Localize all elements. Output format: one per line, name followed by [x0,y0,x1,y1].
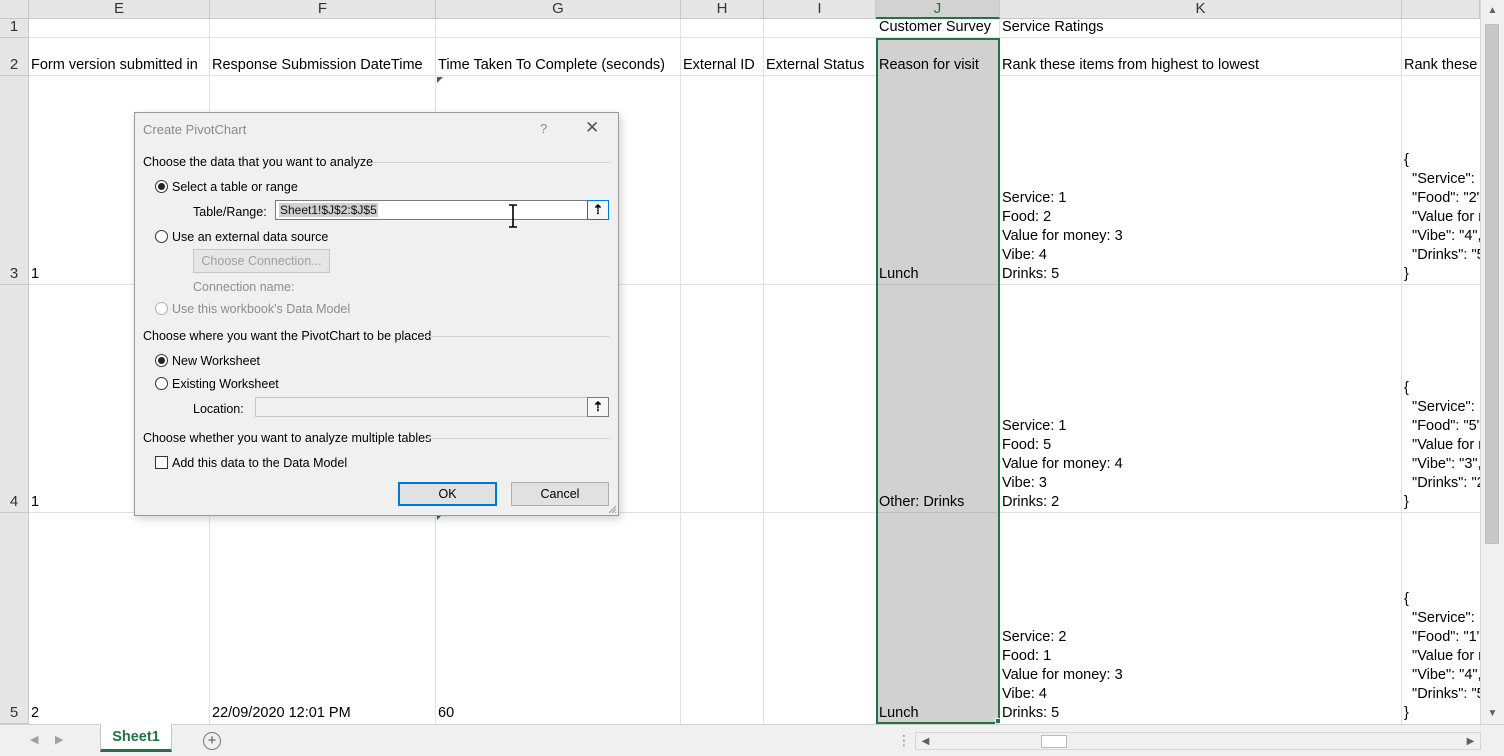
row-header-5[interactable]: 5 [0,513,29,724]
column-header-l[interactable] [1402,0,1480,19]
cell-f2[interactable]: Response Submission DateTime [212,38,435,76]
tab-sheet1[interactable]: Sheet1 [100,724,172,752]
cell-l4[interactable]: { "Service": "Food": "5" "Value for m "V… [1404,285,1480,513]
horizontal-scrollbar[interactable]: ◀ ▶ [915,732,1481,750]
radio-select-table[interactable] [155,180,168,193]
section-multiple-tables: Choose whether you want to analyze multi… [143,431,432,445]
cell-g5[interactable]: 60 [438,513,680,724]
cell-j2[interactable]: Reason for visit [879,38,997,76]
row-header-4[interactable]: 4 [0,285,29,513]
cell-e2[interactable]: Form version submitted in [31,38,209,76]
cell-e5[interactable]: 2 [31,513,209,724]
plus-circle-icon[interactable]: + [203,732,221,750]
label-add-data-model[interactable]: Add this data to the Data Model [172,456,347,470]
cell-j1[interactable]: Customer Survey [879,19,1001,38]
section-placement: Choose where you want the PivotChart to … [143,329,432,343]
cell-j5[interactable]: Lunch [879,513,997,724]
row-header-3[interactable]: 3 [0,76,29,285]
more-options-icon[interactable]: ⋮ [897,732,911,749]
resize-grip-icon[interactable] [607,504,617,514]
collapse-location-icon[interactable]: ⇡ [587,397,609,417]
close-icon[interactable]: ✕ [585,118,599,138]
label-new-worksheet[interactable]: New Worksheet [172,354,260,368]
column-header-i[interactable]: I [764,0,876,19]
sheet-tab-bar: ◀ ▶ Sheet1 + ⋮ ◀ ▶ [0,724,1504,756]
label-table-range: Table/Range: [193,205,267,219]
tab-scroll-left-icon[interactable]: ◀ [30,733,38,746]
column-header-f[interactable]: F [210,0,436,19]
cell-k1[interactable]: Service Ratings [1002,19,1400,38]
horizontal-scroll-thumb[interactable] [1041,735,1067,748]
column-header-h[interactable]: H [681,0,764,19]
column-header-e[interactable]: E [29,0,210,19]
collapse-range-icon[interactable]: ⇡ [587,200,609,220]
cell-l5[interactable]: { "Service": "Food": "1" "Value for m "V… [1404,513,1480,724]
cancel-button[interactable]: Cancel [511,482,609,506]
table-range-value: Sheet1!$J$2:$J$5 [279,203,378,217]
radio-existing-worksheet[interactable] [155,377,168,390]
label-existing-worksheet[interactable]: Existing Worksheet [172,377,279,391]
select-all-corner[interactable] [0,0,29,19]
cell-j3[interactable]: Lunch [879,76,997,285]
radio-new-worksheet[interactable] [155,354,168,367]
cell-g2[interactable]: Time Taken To Complete (seconds) [438,38,680,76]
cell-k3[interactable]: Service: 1 Food: 2 Value for money: 3 Vi… [1002,76,1400,285]
row-header-2[interactable]: 2 [0,38,29,76]
section-data-source: Choose the data that you want to analyze [143,155,374,169]
radio-external-source[interactable] [155,230,168,243]
location-input[interactable] [255,397,588,417]
create-pivotchart-dialog: Create PivotChart ? ✕ Choose the data th… [134,112,619,516]
cell-l3[interactable]: { "Service": "Food": "2" "Value for m "V… [1404,76,1480,285]
column-header-j[interactable]: J [876,0,1000,19]
scroll-left-icon[interactable]: ◀ [917,733,934,750]
checkbox-add-data-model[interactable] [155,456,168,469]
cell-f5[interactable]: 22/09/2020 12:01 PM [212,513,435,724]
error-indicator-icon [437,77,443,83]
column-header-g[interactable]: G [436,0,681,19]
row-header-1[interactable]: 1 [0,18,29,38]
cell-k5[interactable]: Service: 2 Food: 1 Value for money: 3 Vi… [1002,513,1400,724]
scroll-up-icon[interactable]: ▲ [1484,2,1501,19]
label-location: Location: [193,402,244,416]
dialog-title: Create PivotChart [143,122,247,137]
column-header-k[interactable]: K [1000,0,1402,19]
radio-data-model[interactable] [155,302,168,315]
label-external-source[interactable]: Use an external data source [172,230,328,244]
text-cursor-icon [509,204,517,228]
cell-j4[interactable]: Other: Drinks [879,285,997,513]
help-icon[interactable]: ? [540,121,547,136]
cell-i2[interactable]: External Status [766,38,875,76]
label-connection-name: Connection name: [193,280,295,294]
label-data-model[interactable]: Use this workbook's Data Model [172,302,350,316]
tab-scroll-right-icon[interactable]: ▶ [55,733,63,746]
vertical-scroll-thumb[interactable] [1485,24,1499,544]
label-select-table[interactable]: Select a table or range [172,180,298,194]
vertical-scrollbar[interactable]: ▲ ▼ [1480,0,1504,724]
cell-h2[interactable]: External ID [683,38,763,76]
scroll-right-icon[interactable]: ▶ [1462,733,1479,750]
choose-connection-button[interactable]: Choose Connection... [193,249,330,273]
cell-l2[interactable]: Rank these [1404,38,1480,76]
ok-button[interactable]: OK [398,482,497,506]
cell-k4[interactable]: Service: 1 Food: 5 Value for money: 4 Vi… [1002,285,1400,513]
scroll-down-icon[interactable]: ▼ [1484,705,1501,722]
table-range-input[interactable]: Sheet1!$J$2:$J$5 [275,200,588,220]
cell-k2[interactable]: Rank these items from highest to lowest [1002,38,1400,76]
